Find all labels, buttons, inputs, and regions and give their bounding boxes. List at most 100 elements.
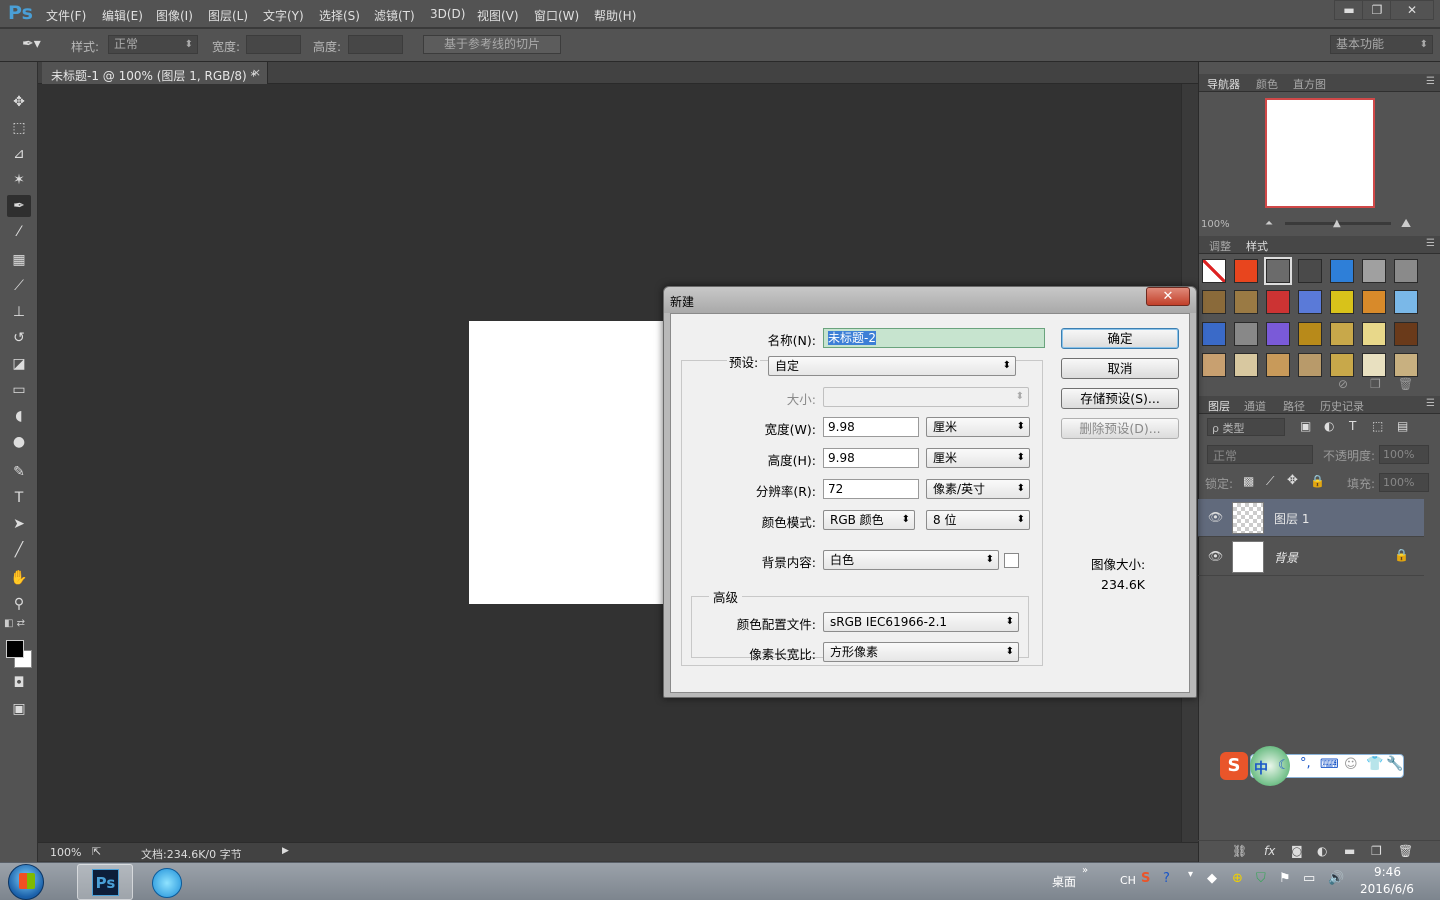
panel-menu-icon[interactable]: ☰ xyxy=(1426,76,1435,87)
language-indicator[interactable]: CH xyxy=(1120,874,1136,887)
style-swatch[interactable] xyxy=(1234,322,1258,346)
style-swatch[interactable] xyxy=(1394,322,1418,346)
tab-history[interactable]: 历史记录 xyxy=(1320,398,1364,414)
lock-all-icon[interactable]: 🔒 xyxy=(1310,474,1325,488)
dodge-tool-icon[interactable]: ● xyxy=(7,431,31,453)
lock-transparency-icon[interactable]: ▩ xyxy=(1243,474,1254,488)
style-swatch[interactable] xyxy=(1330,259,1354,283)
tab-color[interactable]: 颜色 xyxy=(1256,76,1278,92)
ime-punct-icon[interactable]: °, xyxy=(1300,756,1311,771)
workspace-select[interactable]: 基本功能 xyxy=(1330,35,1433,54)
help-tray-icon[interactable]: ? xyxy=(1163,871,1170,886)
filter-pixel-icon[interactable]: ▣ xyxy=(1300,419,1311,433)
foreground-color-swatch[interactable] xyxy=(6,640,24,658)
tray-overflow-icon[interactable]: ▾ xyxy=(1188,869,1193,880)
flag-tray-icon[interactable]: ⚑ xyxy=(1279,871,1291,886)
shield-tray-icon[interactable]: ⛉ xyxy=(1256,871,1266,886)
layer-row[interactable]: 👁 图层 1 xyxy=(1198,499,1424,537)
style-swatch[interactable] xyxy=(1298,290,1322,314)
menu-help[interactable]: 帮助(H) xyxy=(594,7,636,24)
style-swatch[interactable] xyxy=(1394,259,1418,283)
background-color-swatch[interactable] xyxy=(1004,553,1019,568)
save-preset-button[interactable]: 存储预设(S)... xyxy=(1061,388,1179,409)
navigator-preview[interactable] xyxy=(1265,98,1375,208)
width-input[interactable]: 9.98 xyxy=(823,417,919,437)
visibility-eye-icon[interactable]: 👁 xyxy=(1208,510,1223,524)
opacity-input[interactable]: 100% xyxy=(1379,445,1429,464)
tab-navigator[interactable]: 导航器 xyxy=(1207,76,1240,92)
adjustment-layer-icon[interactable]: ◐ xyxy=(1317,844,1327,858)
display-tray-icon[interactable]: ▭ xyxy=(1303,871,1315,886)
style-swatch[interactable] xyxy=(1362,290,1386,314)
style-swatch[interactable] xyxy=(1330,353,1354,377)
resolution-input[interactable]: 72 xyxy=(823,479,919,499)
filter-shape-icon[interactable]: ⬚ xyxy=(1372,419,1383,433)
style-swatch[interactable] xyxy=(1362,322,1386,346)
menu-image[interactable]: 图像(I) xyxy=(156,7,193,24)
start-button[interactable] xyxy=(8,864,44,900)
navigator-zoom[interactable]: 100% xyxy=(1201,219,1230,230)
taskbar-browser[interactable] xyxy=(139,864,195,900)
style-swatch[interactable] xyxy=(1234,353,1258,377)
slice-tool-icon[interactable]: ✒▾ xyxy=(22,36,41,52)
menu-layer[interactable]: 图层(L) xyxy=(208,7,248,24)
default-colors-icon[interactable]: ◧ ⇄ xyxy=(4,618,25,629)
ime-mode[interactable]: 中 xyxy=(1254,758,1268,778)
magic-wand-tool-icon[interactable]: ✶ xyxy=(7,169,31,191)
height-unit-select[interactable]: 厘米 xyxy=(926,448,1030,468)
zoom-level[interactable]: 100% xyxy=(50,846,81,859)
ime-settings-icon[interactable]: 🔧 xyxy=(1386,756,1403,772)
cancel-button[interactable]: 取消 xyxy=(1061,358,1179,379)
color-mode-select[interactable]: RGB 颜色 xyxy=(823,510,915,530)
style-swatch[interactable] xyxy=(1394,353,1418,377)
history-brush-tool-icon[interactable]: ↺ xyxy=(7,327,31,349)
zoom-tool-icon[interactable]: ⚲ xyxy=(7,593,31,615)
height-input[interactable] xyxy=(348,35,403,54)
dialog-titlebar[interactable]: 新建 ✕ xyxy=(664,287,1196,313)
restore-button[interactable]: ❐ xyxy=(1362,0,1392,20)
screen-mode-icon[interactable]: ▣ xyxy=(7,698,31,720)
style-swatch[interactable] xyxy=(1202,353,1226,377)
style-swatch[interactable] xyxy=(1264,257,1292,285)
resolution-unit-select[interactable]: 像素/英寸 xyxy=(926,479,1030,499)
ime-keyboard-icon[interactable]: ⌨ xyxy=(1320,757,1339,772)
style-swatch[interactable] xyxy=(1362,353,1386,377)
tab-channels[interactable]: 通道 xyxy=(1244,398,1266,414)
network-tray-icon[interactable]: ◆ xyxy=(1207,871,1217,886)
document-canvas[interactable] xyxy=(469,321,669,604)
style-swatch[interactable] xyxy=(1298,259,1322,283)
menu-3d[interactable]: 3D(D) xyxy=(430,7,465,21)
style-select[interactable]: 正常 xyxy=(108,35,198,54)
dialog-close-button[interactable]: ✕ xyxy=(1146,287,1190,306)
color-profile-select[interactable]: sRGB IEC61966-2.1 xyxy=(823,612,1019,632)
zoom-in-icon[interactable]: ⛰ xyxy=(1401,216,1411,231)
menu-file[interactable]: 文件(F) xyxy=(46,7,86,24)
gradient-tool-icon[interactable]: ▭ xyxy=(7,379,31,401)
close-app-button[interactable]: ✕ xyxy=(1390,0,1434,20)
minimize-button[interactable]: ▬ xyxy=(1334,0,1364,20)
preset-select[interactable]: 自定 xyxy=(768,356,1016,376)
marquee-tool-icon[interactable]: ⬚ xyxy=(7,117,31,139)
style-swatch[interactable] xyxy=(1202,259,1226,283)
new-group-icon[interactable]: ▬ xyxy=(1344,844,1355,858)
panel-menu-icon[interactable]: ☰ xyxy=(1426,238,1435,249)
style-swatch[interactable] xyxy=(1266,322,1290,346)
quick-mask-icon[interactable]: ◘ xyxy=(7,672,31,694)
move-tool-icon[interactable]: ✥ xyxy=(7,91,31,113)
style-swatch[interactable] xyxy=(1394,290,1418,314)
close-document-icon[interactable]: × xyxy=(252,66,261,79)
style-swatch[interactable] xyxy=(1234,290,1258,314)
blur-tool-icon[interactable]: ◖ xyxy=(7,405,31,427)
width-input[interactable] xyxy=(246,35,301,54)
path-selection-tool-icon[interactable]: ➤ xyxy=(7,513,31,535)
link-layers-icon[interactable]: ⛓ xyxy=(1232,844,1247,858)
pixel-aspect-select[interactable]: 方形像素 xyxy=(823,642,1019,662)
menu-edit[interactable]: 编辑(E) xyxy=(102,7,143,24)
pen-tool-icon[interactable]: ✎ xyxy=(7,461,31,483)
security-tray-icon[interactable]: ⊕ xyxy=(1232,871,1243,886)
ime-skin-icon[interactable]: 👕 xyxy=(1366,756,1383,772)
style-swatch[interactable] xyxy=(1330,290,1354,314)
hand-tool-icon[interactable]: ✋ xyxy=(7,567,31,589)
clock-date[interactable]: 2016/6/6 xyxy=(1360,882,1414,896)
eyedropper-tool-icon[interactable]: ⁄ xyxy=(7,221,31,243)
